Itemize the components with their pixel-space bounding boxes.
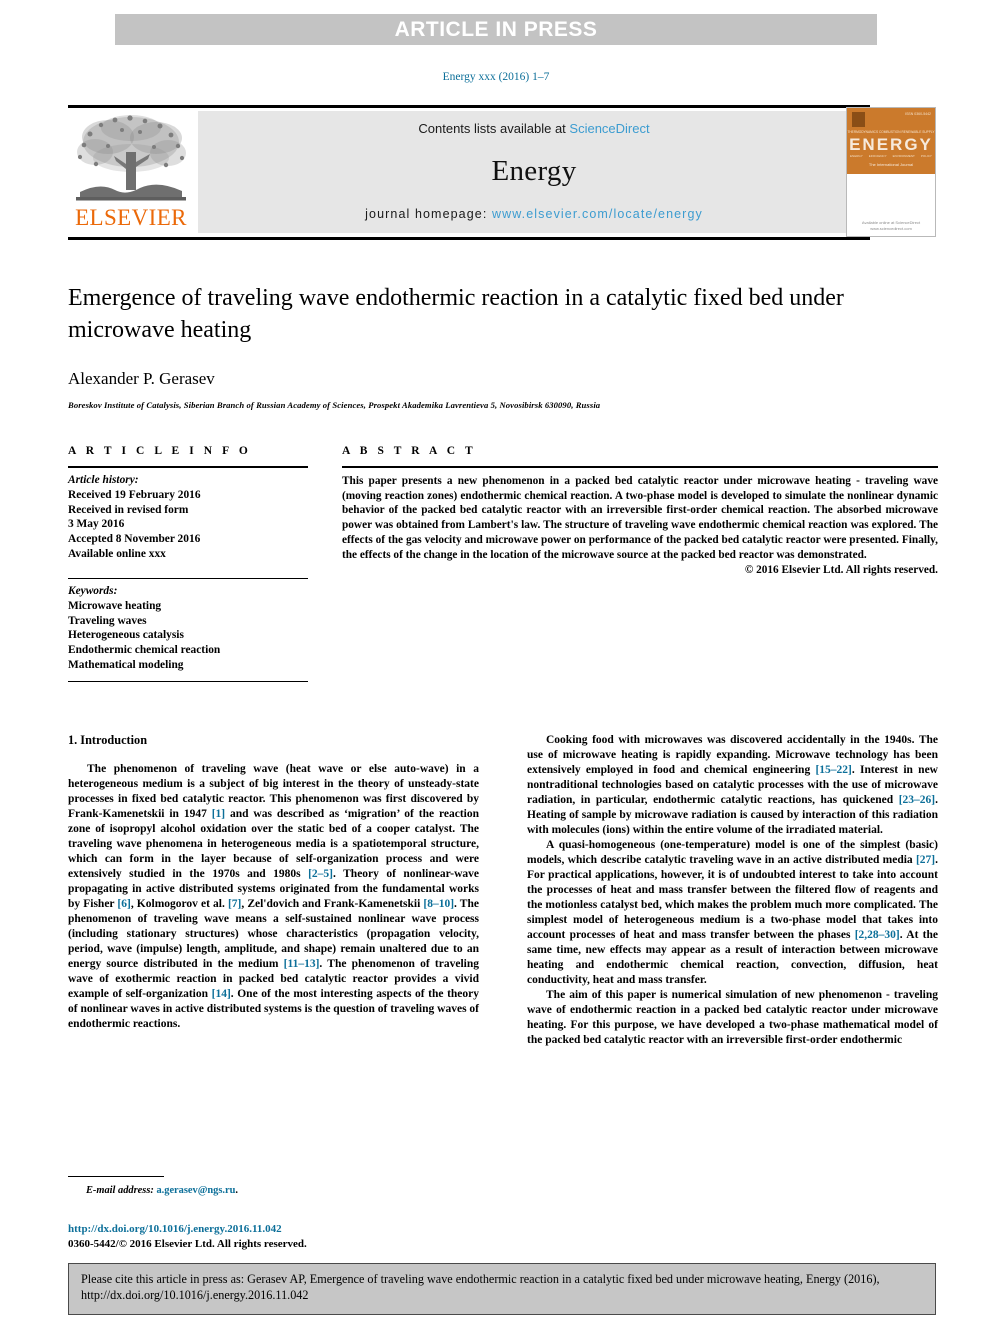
please-cite-box: Please cite this article in press as: Ge… bbox=[68, 1263, 936, 1315]
sciencedirect-link[interactable]: ScienceDirect bbox=[569, 121, 649, 136]
citation-ref[interactable]: [27] bbox=[916, 854, 935, 866]
citation-ref[interactable]: [14] bbox=[212, 988, 231, 1000]
abstract-copyright: © 2016 Elsevier Ltd. All rights reserved… bbox=[744, 564, 938, 577]
doi-block: http://dx.doi.org/10.1016/j.energy.2016.… bbox=[68, 1222, 488, 1252]
keyword-item: Mathematical modeling bbox=[68, 659, 184, 672]
citation-ref[interactable]: [15–22] bbox=[815, 764, 851, 776]
text-run: A quasi-homogeneous (one-temperature) mo… bbox=[527, 839, 938, 866]
email-footnote: E-mail address: a.gerasev@ngs.ru. bbox=[68, 1176, 479, 1196]
footnote-rule bbox=[68, 1176, 164, 1177]
cover-kicker-row: THERMODYNAMICS COMBUSTION RENEWABLE SUPP… bbox=[847, 130, 935, 134]
masthead-bottom-rule bbox=[68, 237, 870, 240]
article-history-item: Available online xxx bbox=[68, 548, 166, 561]
text-run: , Zel'dovich and Frank-Kamenetskii bbox=[241, 898, 424, 910]
contents-lists-line: Contents lists available at ScienceDirec… bbox=[418, 121, 649, 136]
journal-homepage-line: journal homepage: www.elsevier.com/locat… bbox=[365, 207, 703, 221]
cover-kicker-item: COMBUSTION bbox=[878, 130, 901, 134]
keywords-label: Keywords: bbox=[68, 584, 118, 597]
cover-sub-item: ENVIRONMENT bbox=[892, 154, 915, 158]
issn-copyright-line: 0360-5442/© 2016 Elsevier Ltd. All right… bbox=[68, 1238, 307, 1251]
journal-homepage-link[interactable]: www.elsevier.com/locate/energy bbox=[492, 207, 703, 221]
article-history-label: Article history: bbox=[68, 474, 139, 486]
author-affiliation: Boreskov Institute of Catalysis, Siberia… bbox=[68, 399, 601, 410]
journal-title: Energy bbox=[491, 155, 577, 187]
masthead-contents-box: Contents lists available at ScienceDirec… bbox=[198, 111, 870, 233]
keywords-rule-bottom bbox=[68, 680, 308, 682]
abstract-heading: A B S T R A C T bbox=[342, 445, 477, 457]
masthead-top-rule bbox=[68, 105, 870, 108]
body-columns: 1. Introduction The phenomenon of travel… bbox=[68, 733, 938, 1048]
paragraph-intro-1: The phenomenon of traveling wave (heat w… bbox=[68, 762, 479, 1032]
article-history-block: Article history: Received 19 February 20… bbox=[68, 468, 308, 562]
article-history-item: Received 19 February 2016 bbox=[68, 488, 201, 501]
text-run: The aim of this paper is numerical simul… bbox=[527, 989, 938, 1046]
please-cite-text: Please cite this article in press as: Ge… bbox=[81, 1272, 880, 1303]
cover-kicker-item: THERMODYNAMICS bbox=[847, 130, 879, 134]
cover-sub-item: ENERGY bbox=[850, 154, 863, 158]
footnote-label: E-mail address: bbox=[86, 1185, 154, 1196]
article-history-item: Received in revised form bbox=[68, 503, 189, 516]
citation-ref[interactable]: [1] bbox=[212, 808, 225, 820]
elsevier-logo: ELSEVIER bbox=[70, 112, 192, 232]
author-list: Alexander P. Gerasev bbox=[68, 368, 215, 388]
citation-ref[interactable]: [2–5] bbox=[308, 868, 333, 880]
elsevier-tree-icon bbox=[76, 115, 186, 201]
article-in-press-banner: ARTICLE IN PRESS bbox=[115, 14, 877, 45]
cover-journal-title: ENERGY bbox=[849, 135, 933, 154]
cover-issn-label: ISSN 0360-5442 bbox=[905, 112, 931, 116]
footnote-trailing: . bbox=[235, 1185, 238, 1196]
cover-top-band: ISSN 0360-5442 THERMODYNAMICS COMBUSTION… bbox=[847, 108, 935, 174]
cover-kicker-item: RENEWABLE bbox=[901, 130, 922, 134]
journal-cover-thumbnail: ISSN 0360-5442 THERMODYNAMICS COMBUSTION… bbox=[846, 107, 936, 237]
cover-body-area: Available online at ScienceDirect www.sc… bbox=[847, 174, 935, 236]
text-run: . For practical applications, however, i… bbox=[527, 854, 938, 941]
citation-ref[interactable]: [8–10] bbox=[423, 898, 454, 910]
section-heading-introduction: 1. Introduction bbox=[68, 733, 148, 747]
cover-sub-item: POLICY bbox=[920, 154, 932, 158]
abstract-text: This paper presents a new phenomenon in … bbox=[342, 475, 938, 561]
citation-ref[interactable]: [11–13] bbox=[284, 958, 320, 970]
text-run: , Kolmogorov et al. bbox=[130, 898, 228, 910]
citation-ref[interactable]: [23–26] bbox=[899, 794, 935, 806]
citation-ref[interactable]: [7] bbox=[228, 898, 241, 910]
paragraph-right-2: A quasi-homogeneous (one-temperature) mo… bbox=[527, 838, 938, 988]
citation-ref[interactable]: [6] bbox=[117, 898, 130, 910]
journal-homepage-prefix: journal homepage: bbox=[365, 207, 492, 221]
paragraph-right-3: The aim of this paper is numerical simul… bbox=[527, 988, 938, 1048]
doi-link[interactable]: http://dx.doi.org/10.1016/j.energy.2016.… bbox=[68, 1222, 488, 1237]
page-title: Emergence of traveling wave endothermic … bbox=[68, 285, 844, 343]
cover-sub-item: EFFICIENCY bbox=[868, 154, 887, 158]
article-in-press-label: ARTICLE IN PRESS bbox=[394, 17, 598, 41]
running-head-citation: Energy xxx (2016) 1–7 bbox=[442, 71, 550, 83]
article-info-heading: A R T I C L E I N F O bbox=[68, 445, 252, 457]
cover-elsevier-mini-logo bbox=[852, 112, 865, 127]
info-abstract-region: A R T I C L E I N F O Article history: R… bbox=[68, 445, 938, 682]
cover-subtitle-row: ENERGY EFFICIENCY ENVIRONMENT POLICY bbox=[847, 154, 935, 158]
citation-ref[interactable]: [2,28–30] bbox=[855, 929, 900, 941]
title-block: Emergence of traveling wave endothermic … bbox=[68, 283, 868, 410]
body-column-left: 1. Introduction The phenomenon of travel… bbox=[68, 733, 479, 1048]
article-history-item: 3 May 2016 bbox=[68, 518, 125, 531]
cover-footer-text: Available online at ScienceDirect www.sc… bbox=[861, 220, 921, 232]
author-email-link[interactable]: a.gerasev@ngs.ru bbox=[156, 1185, 235, 1196]
body-column-right: Cooking food with microwaves was discove… bbox=[527, 733, 938, 1048]
footnote-text: E-mail address: a.gerasev@ngs.ru. bbox=[68, 1185, 479, 1196]
keyword-item: Traveling waves bbox=[68, 614, 147, 627]
article-history-item: Accepted 8 November 2016 bbox=[68, 533, 201, 546]
contents-lists-prefix: Contents lists available at bbox=[418, 121, 570, 136]
keyword-item: Endothermic chemical reaction bbox=[68, 644, 221, 657]
cover-tagline: The International Journal bbox=[868, 162, 914, 167]
paragraph-right-1: Cooking food with microwaves was discove… bbox=[527, 733, 938, 838]
keywords-block: Keywords: Microwave heating Traveling wa… bbox=[68, 579, 308, 673]
keyword-item: Heterogeneous catalysis bbox=[68, 629, 184, 642]
cover-kicker-item: SUPPLY bbox=[922, 130, 935, 134]
elsevier-wordmark: ELSEVIER bbox=[75, 205, 187, 230]
journal-masthead: ELSEVIER Contents lists available at Sci… bbox=[68, 105, 936, 240]
keyword-item: Microwave heating bbox=[68, 599, 162, 612]
